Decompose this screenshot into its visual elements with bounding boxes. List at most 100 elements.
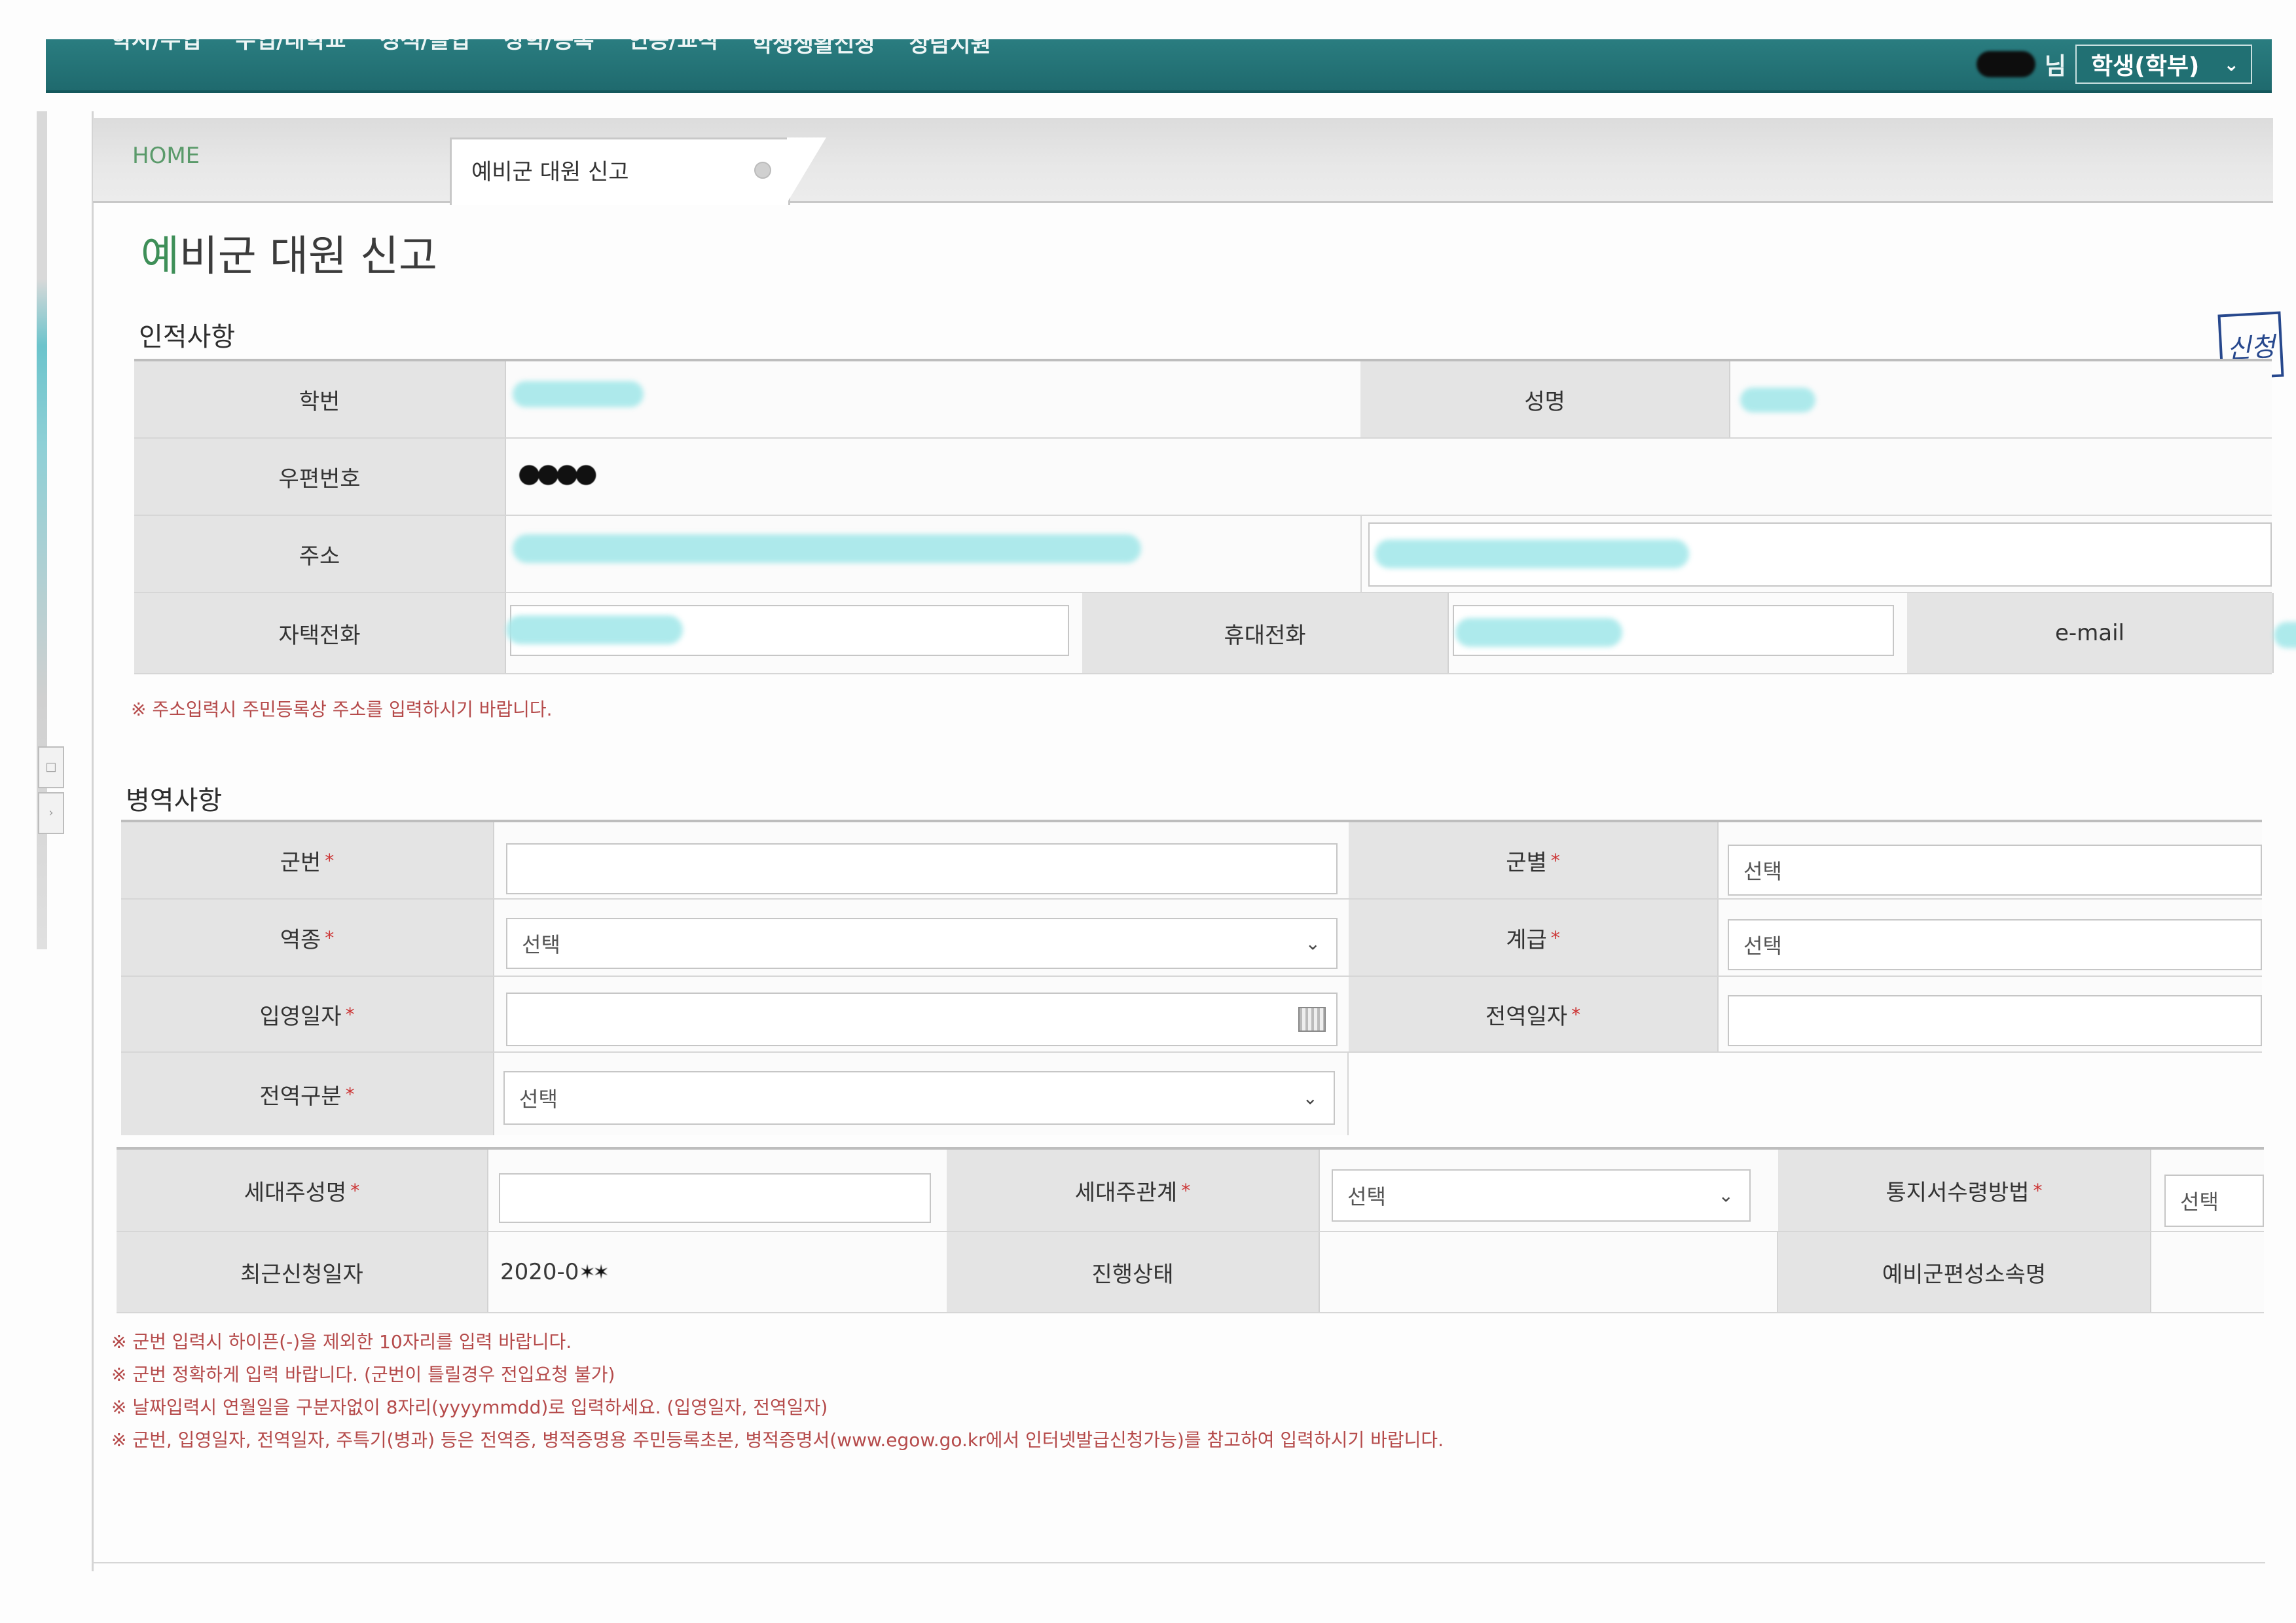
user-suffix: 님 xyxy=(2044,53,2066,80)
label-text: 계급 xyxy=(1506,926,1547,953)
military-info-table: 군번 * 군별 * 선택 역종 * 선택 ⌄ 계급 * 선택 입영일자 * 전역일자 * xyxy=(121,820,2262,1140)
label-text: 최근신청일자 xyxy=(240,1261,363,1288)
redacted-user-name xyxy=(1976,51,2035,77)
redaction-mark xyxy=(1740,388,1815,412)
required-mark: * xyxy=(325,849,335,871)
redaction-mark xyxy=(2274,622,2296,648)
label-status: 진행상태 xyxy=(947,1232,1320,1312)
value-discharge-type: 선택 ⌄ xyxy=(494,1053,1349,1135)
table-row: 학번 성명 xyxy=(134,361,2272,439)
select-value: 선택 xyxy=(519,1087,558,1112)
required-mark: * xyxy=(1550,849,1560,871)
top-menu-item[interactable]: 인증/교직 xyxy=(628,39,718,63)
tab-home[interactable]: HOME xyxy=(132,143,200,169)
role-select[interactable]: 학생(학부) ⌄ xyxy=(2075,45,2252,84)
chevron-down-icon: ⌄ xyxy=(1305,932,1321,955)
redaction-mark xyxy=(506,615,683,644)
redaction-mark xyxy=(513,381,644,407)
label-discharge-date: 전역일자 * xyxy=(1349,977,1719,1051)
redaction-scribble: ✶✶ xyxy=(579,1260,609,1284)
household-head-name-input[interactable] xyxy=(499,1173,931,1223)
required-mark: * xyxy=(1571,1003,1581,1025)
service-type-select[interactable]: 선택 ⌄ xyxy=(506,918,1338,969)
page-title: 예비군 대원 신고 xyxy=(141,223,437,283)
label-recent-date: 최근신청일자 xyxy=(117,1232,488,1312)
value-household-head-name xyxy=(488,1150,947,1231)
select-value: 선택 xyxy=(522,932,560,957)
page-title-first-char: 예 xyxy=(141,232,179,281)
top-menu-item[interactable]: 학사/수업 xyxy=(111,39,202,63)
label-name: 성명 xyxy=(1360,361,1730,437)
top-menu-item[interactable]: 성적/졸업 xyxy=(380,39,470,63)
table-row: 입영일자 * 전역일자 * xyxy=(121,977,2262,1053)
select-value: 선택 xyxy=(1347,1184,1386,1209)
label-text: 전역일자 xyxy=(1485,1003,1568,1030)
label-enlist-date: 입영일자 * xyxy=(121,977,494,1051)
note-reference-documents: ※ 군번, 입영일자, 전역일자, 주특기(병과) 등은 전역증, 병적증명용 … xyxy=(111,1429,1444,1451)
label-text: 군번 xyxy=(280,849,321,876)
required-mark: * xyxy=(1181,1179,1191,1201)
label-text: 자택전화 xyxy=(278,622,361,649)
value-zip: ●●●● xyxy=(506,439,2272,515)
notice-method-select[interactable]: 선택 xyxy=(2164,1175,2264,1227)
tab-bar: HOME 예비군 대원 신고 xyxy=(93,118,2273,205)
label-service-type: 역종 * xyxy=(121,900,494,976)
value-household-relation: 선택 ⌄ xyxy=(1320,1150,1778,1231)
label-email: e-mail xyxy=(1907,593,2274,673)
label-text: 통지서수령방법 xyxy=(1886,1179,2030,1206)
label-text: 학번 xyxy=(299,388,340,415)
label-text: 입영일자 xyxy=(259,1003,342,1030)
value-mobile xyxy=(1449,593,1907,673)
select-value: 선택 xyxy=(1743,934,1782,958)
label-home-phone: 자택전화 xyxy=(134,593,506,673)
top-menu-item[interactable]: 수업/대학교 xyxy=(236,39,346,63)
service-number-input[interactable] xyxy=(506,843,1338,894)
household-relation-select[interactable]: 선택 ⌄ xyxy=(1332,1169,1751,1222)
side-toggle-button[interactable]: □ xyxy=(38,746,64,788)
discharge-date-input[interactable] xyxy=(1728,995,2262,1046)
top-menu-item[interactable]: 상담지원 xyxy=(909,39,991,63)
required-mark: * xyxy=(350,1179,360,1201)
label-text: 주소 xyxy=(299,543,340,570)
label-rank: 계급 * xyxy=(1349,900,1719,976)
required-mark: * xyxy=(345,1083,355,1105)
enlist-date-input[interactable] xyxy=(506,993,1338,1046)
label-text: 군별 xyxy=(1506,849,1547,876)
label-text: e-mail xyxy=(2054,620,2125,646)
side-toggle-button[interactable]: › xyxy=(38,792,64,834)
address-note: ※ 주소입력시 주민등록상 주소를 입력하시기 바랍니다. xyxy=(131,699,553,720)
tab-label: 예비군 대원 신고 xyxy=(471,159,629,185)
label-household-relation: 세대주관계 * xyxy=(947,1150,1320,1231)
table-row: 전역구분 * 선택 ⌄ xyxy=(121,1053,2262,1135)
user-area: 님 학생(학부) ⌄ xyxy=(1976,45,2252,84)
value-branch: 선택 xyxy=(1719,822,2262,898)
table-row: 주소 xyxy=(134,516,2272,593)
calendar-icon[interactable] xyxy=(1298,1007,1326,1032)
top-menu-item[interactable]: 장학/등록 xyxy=(504,39,594,63)
value-student-id xyxy=(506,361,1360,437)
label-discharge-type: 전역구분 * xyxy=(121,1053,494,1135)
value-discharge-date xyxy=(1719,977,2262,1051)
label-text: 진행상태 xyxy=(1091,1261,1174,1288)
value-name xyxy=(1730,361,2272,437)
table-row: 세대주성명 * 세대주관계 * 선택 ⌄ 통지서수령방법 * 선택 xyxy=(117,1150,2264,1232)
table-row: 우편번호 ●●●● xyxy=(134,439,2272,516)
rank-select[interactable]: 선택 xyxy=(1728,919,2262,970)
top-menu-item[interactable]: 학생생활신청 xyxy=(752,39,875,63)
personal-info-table: 학번 성명 우편번호 ●●●● 주소 자택전화 휴대전화 e-mail xyxy=(134,359,2296,686)
branch-select[interactable]: 선택 xyxy=(1728,845,2262,896)
value-rank: 선택 xyxy=(1719,900,2262,976)
label-text: 우편번호 xyxy=(278,465,361,492)
label-mobile: 휴대전화 xyxy=(1082,593,1449,673)
select-value: 선택 xyxy=(1743,859,1782,884)
redaction-mark xyxy=(1455,618,1622,647)
label-household-head-name: 세대주성명 * xyxy=(117,1150,488,1231)
table-row: 자택전화 휴대전화 e-mail xyxy=(134,593,2296,674)
redaction-mark xyxy=(1375,539,1689,568)
label-text: 세대주관계 xyxy=(1074,1179,1178,1206)
page-title-rest: 비군 대원 신고 xyxy=(179,232,437,281)
tab-close-icon[interactable] xyxy=(754,162,771,179)
discharge-type-select[interactable]: 선택 ⌄ xyxy=(503,1071,1335,1125)
label-address: 주소 xyxy=(134,516,506,592)
tab-reserve-registration[interactable]: 예비군 대원 신고 xyxy=(450,137,790,205)
